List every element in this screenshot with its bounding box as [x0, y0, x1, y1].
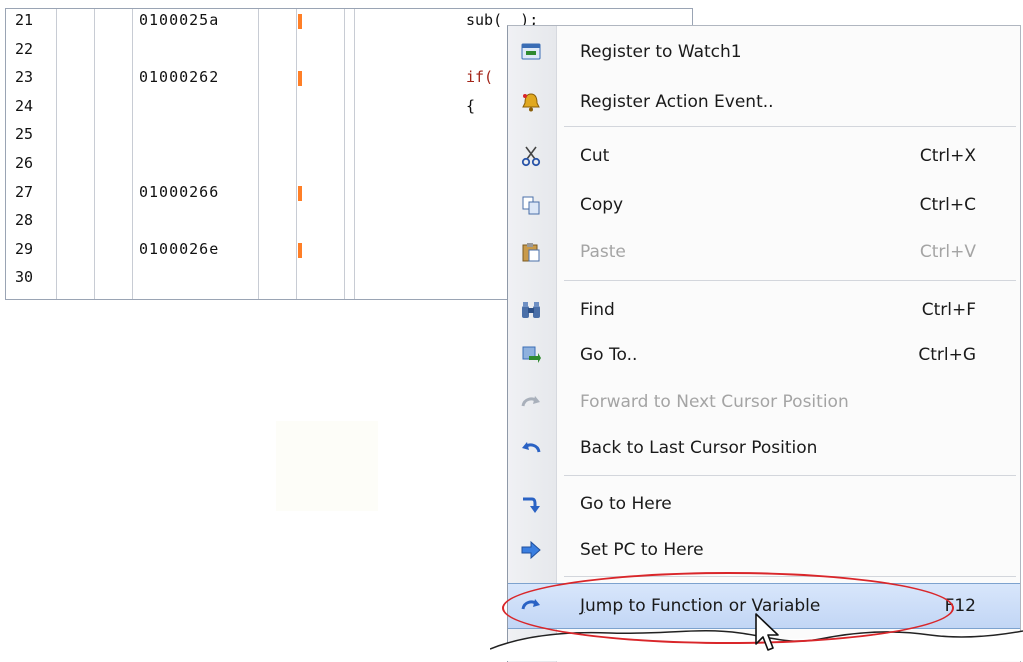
menu-item-paste: Paste Ctrl+V — [508, 230, 1020, 274]
source-code: if( — [466, 68, 494, 87]
line-number: 25 — [15, 125, 34, 144]
menu-item-go-to-here[interactable]: Go to Here — [508, 482, 1020, 526]
menu-item-label: Go To.. — [580, 345, 638, 365]
menu-item-shortcut: Ctrl+F — [921, 300, 976, 320]
line-number: 22 — [15, 39, 34, 58]
menu-item-set-pc-to-here[interactable]: Set PC to Here — [508, 528, 1020, 572]
menu-item-label: Set PC to Here — [580, 540, 704, 560]
jump-arrow-icon — [520, 595, 542, 617]
menu-item-register-to-watch1[interactable]: Register to Watch1 — [508, 30, 1020, 74]
scissors-icon — [520, 145, 542, 167]
line-number: 26 — [15, 154, 34, 172]
menu-item-label: Go to Here — [580, 494, 672, 514]
clipboard-icon — [520, 241, 542, 263]
menu-item-label: Back to Last Cursor Position — [580, 438, 818, 458]
menu-item-label: Register Action Event.. — [580, 92, 774, 112]
menu-item-shortcut: Ctrl+C — [919, 195, 976, 215]
menu-item-forward-to-next-cursor-position: Forward to Next Cursor Position — [508, 380, 1020, 424]
bell-icon — [520, 91, 542, 113]
menu-separator — [564, 280, 1016, 281]
line-number: 29 — [15, 239, 34, 258]
execution-marker — [298, 185, 302, 201]
back-arrow-icon — [520, 437, 542, 459]
line-number: 23 — [15, 68, 34, 87]
execution-marker — [298, 14, 302, 29]
menu-item-shortcut: Ctrl+V — [919, 242, 976, 262]
menu-item-label: Register to Watch1 — [580, 42, 742, 62]
menu-item-copy[interactable]: Copy Ctrl+C — [508, 183, 1020, 227]
menu-separator — [564, 475, 1016, 476]
menu-item-label: Copy — [580, 195, 624, 215]
line-number: 21 — [15, 11, 34, 29]
watch-window-icon — [520, 41, 542, 63]
line-address: 01000266 — [139, 182, 220, 201]
source-code: { — [466, 96, 476, 115]
menu-item-label: Forward to Next Cursor Position — [580, 392, 849, 412]
menu-item-shortcut: Ctrl+X — [919, 146, 976, 166]
execution-marker — [298, 71, 302, 87]
menu-item-cut[interactable]: Cut Ctrl+X — [508, 134, 1020, 178]
execution-marker — [298, 242, 302, 258]
line-address: 0100026e — [139, 239, 220, 258]
line-address: 0100025a — [139, 11, 220, 29]
forward-arrow-icon — [520, 391, 542, 413]
copy-icon — [520, 194, 542, 216]
binoculars-icon — [520, 299, 542, 321]
background-patch — [276, 421, 378, 511]
line-number: 27 — [15, 182, 34, 201]
line-number: 28 — [15, 211, 34, 230]
menu-separator — [564, 576, 1016, 577]
line-address: 01000262 — [139, 68, 220, 87]
menu-item-back-to-last-cursor-position[interactable]: Back to Last Cursor Position — [508, 426, 1020, 470]
menu-item-label: Paste — [580, 242, 626, 262]
line-number: 24 — [15, 96, 34, 115]
menu-item-label: Cut — [580, 146, 610, 166]
goto-icon — [520, 344, 542, 366]
menu-item-go-to[interactable]: Go To.. Ctrl+G — [508, 333, 1020, 377]
context-menu: Register to Watch1 Register Action Event.… — [507, 25, 1021, 662]
menu-item-shortcut: Ctrl+G — [918, 345, 976, 365]
right-arrow-icon — [520, 539, 542, 561]
line-number: 30 — [15, 268, 34, 287]
step-arrow-icon — [520, 493, 542, 515]
menu-item-register-action-event[interactable]: Register Action Event.. — [508, 80, 1020, 124]
menu-item-find[interactable]: Find Ctrl+F — [508, 288, 1020, 332]
menu-item-label: Find — [580, 300, 615, 320]
menu-separator — [564, 126, 1016, 127]
mouse-pointer-icon — [755, 613, 779, 651]
